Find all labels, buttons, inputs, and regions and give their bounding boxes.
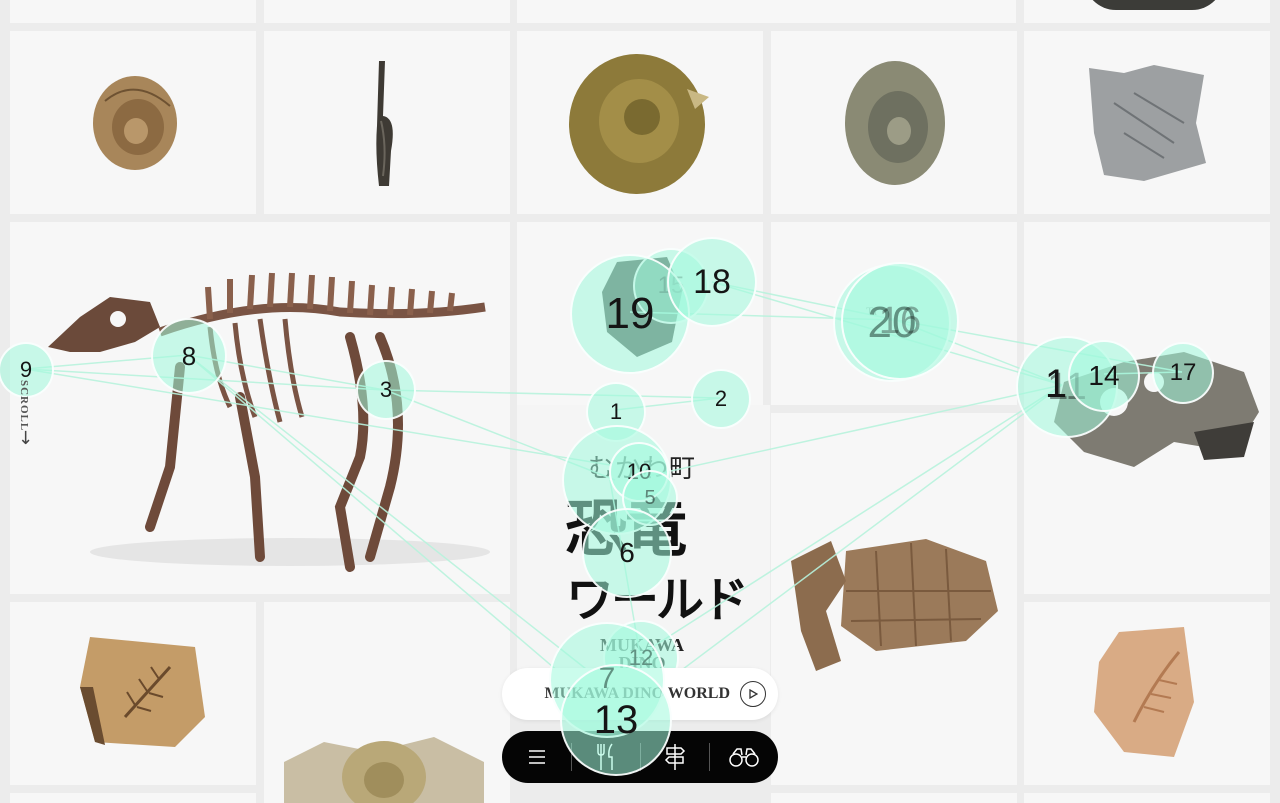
gallery-tile[interactable] xyxy=(1024,31,1270,214)
bubble-node-8[interactable]: 8 xyxy=(151,318,227,394)
gallery-tile-featured[interactable] xyxy=(10,222,510,594)
gallery-tile[interactable] xyxy=(264,602,510,803)
gallery-tile[interactable] xyxy=(264,0,510,23)
ammonite-image xyxy=(845,61,945,185)
gallery-tile[interactable] xyxy=(264,31,510,214)
signpost-icon xyxy=(664,744,685,770)
gallery-tile[interactable] xyxy=(10,0,256,23)
bubble-node-14[interactable]: 14 xyxy=(1068,340,1140,412)
binoculars-icon xyxy=(728,748,759,767)
bubble-node-3[interactable]: 3 xyxy=(356,360,416,420)
scroll-label: SCROLL xyxy=(18,380,30,432)
bubble-node-13[interactable]: 13 xyxy=(560,664,672,776)
gallery-tile[interactable] xyxy=(1024,602,1270,785)
bubble-node-6[interactable]: 6 xyxy=(582,508,672,598)
gallery-tile[interactable] xyxy=(771,793,1017,803)
binoculars-button[interactable] xyxy=(709,731,778,783)
fern-fossil-image xyxy=(80,637,205,747)
gallery-tile[interactable] xyxy=(771,413,1017,785)
dinosaur-skeleton-image xyxy=(48,272,490,572)
menu-button[interactable] xyxy=(502,731,571,783)
bubble-node-18[interactable]: 18 xyxy=(667,237,757,327)
gallery-tile[interactable] xyxy=(10,31,256,214)
ammonite-image xyxy=(93,76,177,170)
gallery-tile[interactable] xyxy=(517,0,1016,23)
bubble-node-17[interactable]: 17 xyxy=(1152,342,1214,404)
ammonite-image xyxy=(569,54,709,194)
turtle-shell-fossil-image xyxy=(791,539,998,671)
play-icon xyxy=(740,681,766,707)
leaf-fossil-image xyxy=(1089,65,1206,181)
gallery-tile[interactable] xyxy=(1024,793,1270,803)
arrow-down-icon: ↓ xyxy=(18,428,34,449)
gallery-tile[interactable] xyxy=(10,602,256,785)
fossil-rod-image xyxy=(376,61,393,186)
ammonite-cluster-image xyxy=(284,737,484,803)
menu-icon xyxy=(528,750,545,764)
bubble-node-2[interactable]: 2 xyxy=(691,369,751,429)
gallery-tile[interactable] xyxy=(517,31,763,214)
gallery-tile[interactable] xyxy=(10,793,256,803)
fossil-image xyxy=(1084,0,1224,10)
leaf-imprint-fossil-image xyxy=(1094,627,1194,757)
gallery-tile[interactable] xyxy=(1024,0,1270,23)
gallery-tile[interactable] xyxy=(771,31,1017,214)
scroll-indicator: SCROLL ↓ xyxy=(16,380,38,450)
bubble-node-16[interactable]: 16 xyxy=(841,262,959,380)
